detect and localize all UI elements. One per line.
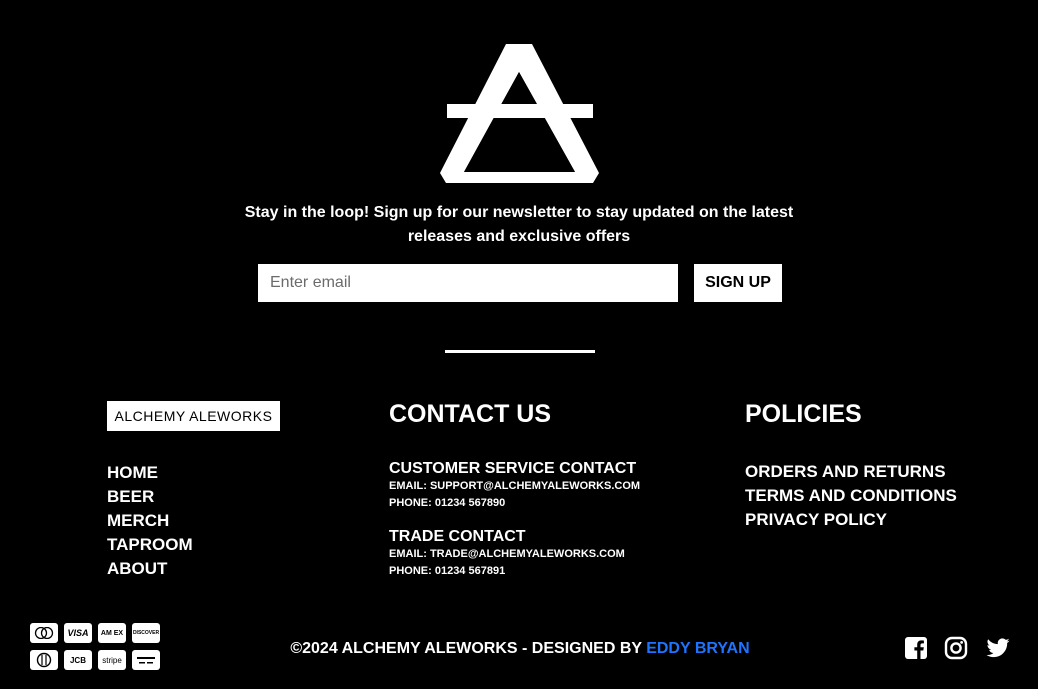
policy-link-privacy[interactable]: PRIVACY POLICY: [745, 508, 1005, 532]
designer-link[interactable]: EDDY BRYAN: [646, 640, 749, 657]
trade-contact-email[interactable]: EMAIL: TRADE@ALCHEMYALEWORKS.COM: [389, 546, 719, 563]
trade-contact-block: TRADE CONTACT EMAIL: TRADE@ALCHEMYALEWOR…: [389, 528, 719, 580]
stripe-icon: stripe: [98, 650, 126, 670]
brand-logo[interactable]: ALCHEMY ALEWORKS: [107, 401, 280, 431]
amex-icon: AM EX: [98, 623, 126, 643]
discover-icon: DISCOVER: [132, 623, 160, 643]
signup-button[interactable]: SIGN UP: [694, 264, 782, 302]
policies-heading: POLICIES: [745, 400, 862, 428]
footer-nav: HOME BEER MERCH TAPROOM ABOUT: [107, 461, 193, 581]
mastercard-icon: [30, 623, 58, 643]
email-input[interactable]: [258, 264, 678, 302]
customer-service-phone[interactable]: PHONE: 01234 567890: [389, 495, 719, 512]
jcb-icon: JCB: [64, 650, 92, 670]
policies-section: POLICIES ORDERS AND RETURNS TERMS AND CO…: [745, 398, 1005, 532]
trade-contact-title: TRADE CONTACT: [389, 528, 526, 545]
nav-item-home[interactable]: HOME: [107, 461, 193, 485]
customer-service-email[interactable]: EMAIL: SUPPORT@ALCHEMYALEWORKS.COM: [389, 478, 719, 495]
nav-item-taproom[interactable]: TAPROOM: [107, 533, 193, 557]
section-divider: [445, 350, 595, 353]
diners-club-icon: [30, 650, 58, 670]
copyright-text: ©2024 ALCHEMY ALEWORKS - DESIGNED BY EDD…: [200, 638, 840, 660]
nav-item-about[interactable]: ABOUT: [107, 557, 193, 581]
contact-section: CONTACT US CUSTOMER SERVICE CONTACT EMAI…: [389, 398, 719, 580]
copyright-prefix: ©2024 ALCHEMY ALEWORKS - DESIGNED BY: [290, 640, 647, 657]
facebook-icon[interactable]: [904, 636, 928, 660]
trade-contact-phone[interactable]: PHONE: 01234 567891: [389, 563, 719, 580]
generic-card-icon: [132, 650, 160, 670]
customer-service-block: CUSTOMER SERVICE CONTACT EMAIL: SUPPORT@…: [389, 460, 719, 512]
policy-link-orders-returns[interactable]: ORDERS AND RETURNS: [745, 460, 1005, 484]
nav-item-merch[interactable]: MERCH: [107, 509, 193, 533]
policy-link-terms[interactable]: TERMS AND CONDITIONS: [745, 484, 1005, 508]
contact-heading: CONTACT US: [389, 400, 552, 428]
instagram-icon[interactable]: [944, 636, 968, 660]
customer-service-title: CUSTOMER SERVICE CONTACT: [389, 460, 637, 477]
air-alchemy-triangle-icon: [440, 44, 599, 183]
twitter-icon[interactable]: [985, 636, 1011, 660]
newsletter-tagline: Stay in the loop! Sign up for our newsle…: [244, 204, 794, 245]
visa-icon: VISA: [64, 623, 92, 643]
nav-item-beer[interactable]: BEER: [107, 485, 193, 509]
